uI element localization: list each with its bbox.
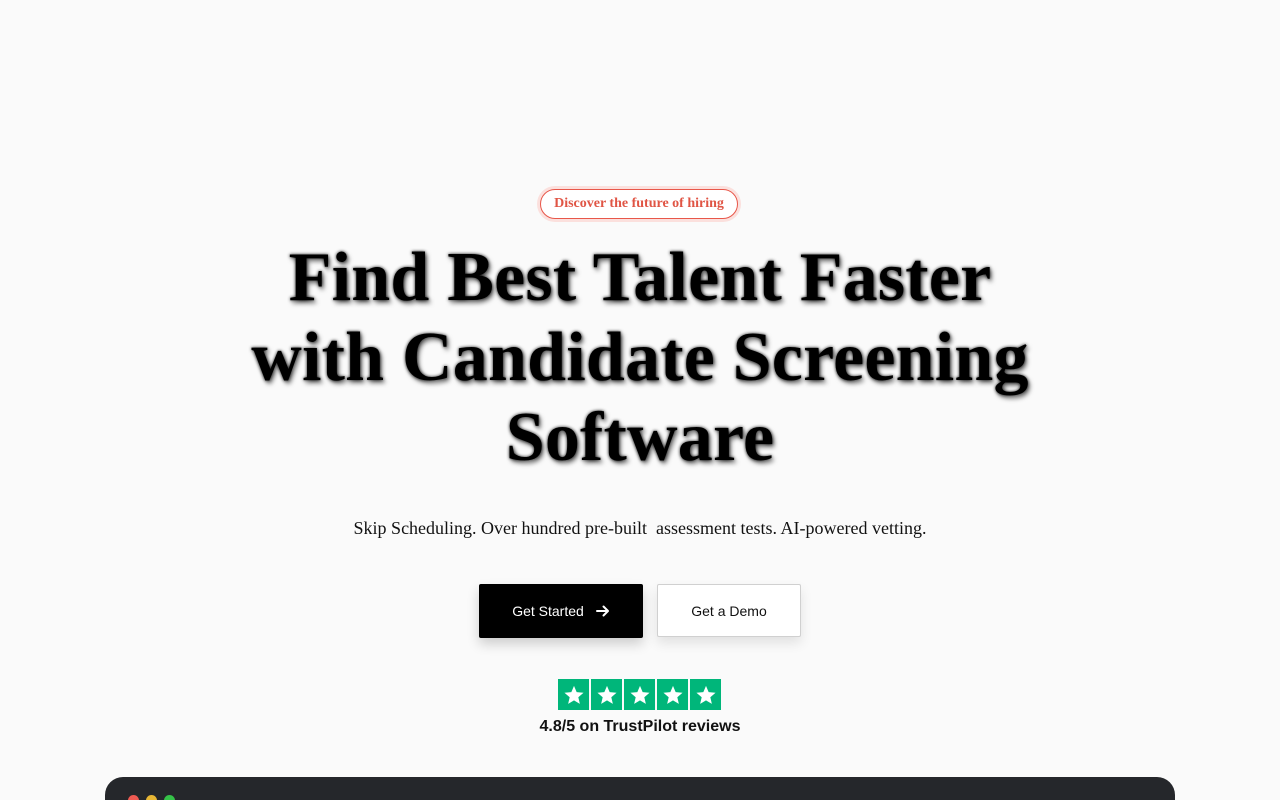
star-icon — [591, 679, 622, 710]
future-of-hiring-badge[interactable]: Discover the future of hiring — [540, 189, 738, 219]
get-a-demo-button[interactable]: Get a Demo — [657, 584, 801, 637]
star-icon — [558, 679, 589, 710]
trustpilot-stars — [558, 679, 721, 710]
app-preview-window — [105, 777, 1175, 800]
hero-section: Discover the future of hiring Find Best … — [0, 0, 1280, 800]
get-started-label: Get Started — [512, 603, 584, 619]
headline-line-1: Find Best Talent Faster — [288, 239, 992, 316]
get-a-demo-label: Get a Demo — [691, 602, 767, 619]
get-started-button[interactable]: Get Started — [479, 584, 643, 638]
star-icon — [624, 679, 655, 710]
trustpilot-rating[interactable]: 4.8/5 on TrustPilot reviews — [440, 717, 840, 737]
window-maximize-dot — [164, 795, 175, 800]
window-minimize-dot — [146, 795, 157, 800]
window-close-dot — [128, 795, 139, 800]
arrow-right-icon — [595, 604, 610, 618]
headline-line-3: Software — [505, 399, 775, 476]
star-icon — [690, 679, 721, 710]
headline-line-2: with Candidate Screening — [251, 319, 1029, 396]
star-icon — [657, 679, 688, 710]
hero-headline: Find Best Talent Faster with Candidate S… — [140, 238, 1140, 478]
hero-subtitle: Skip Scheduling. Over hundred pre-built … — [353, 518, 927, 538]
